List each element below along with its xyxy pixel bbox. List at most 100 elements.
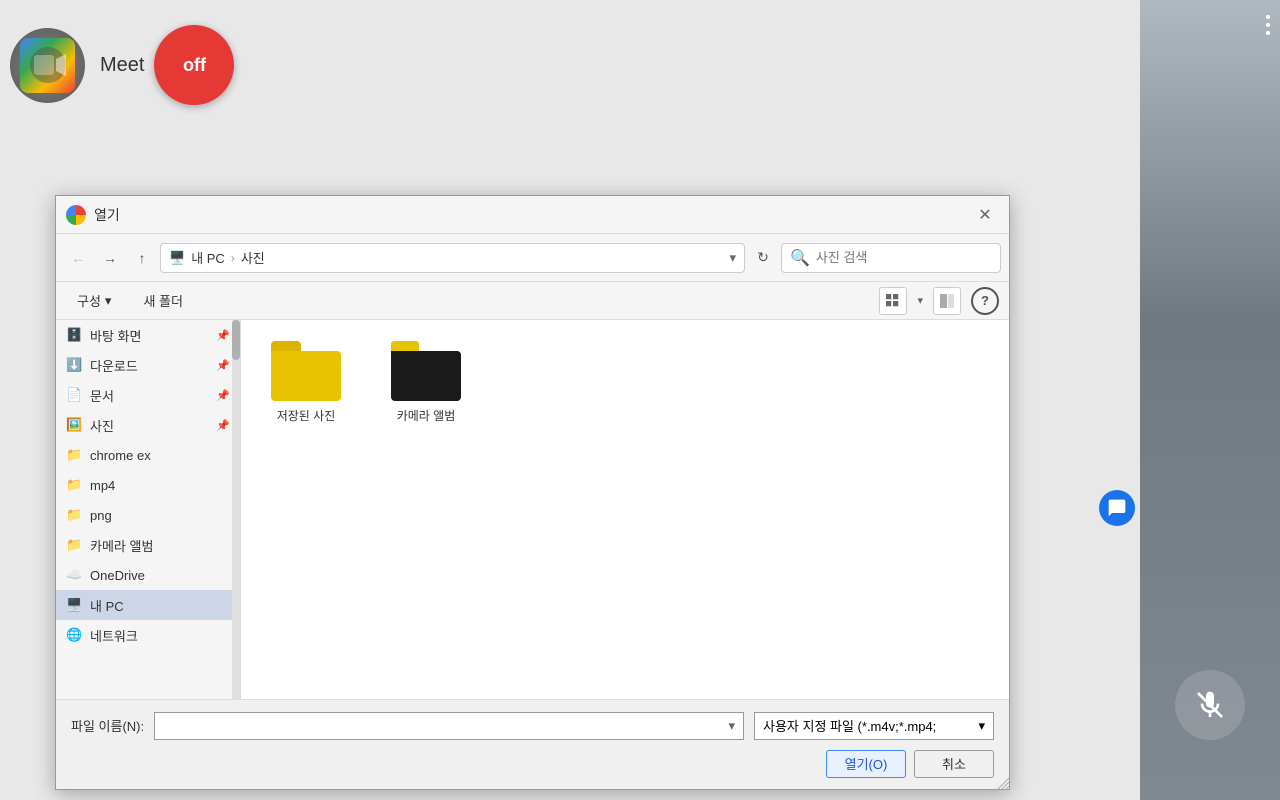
photos-icon: 🖼️ — [66, 417, 82, 433]
meet-label: Meet — [100, 54, 144, 77]
sidebar-item-downloads[interactable]: ⬇️ 다운로드 📌 — [56, 350, 240, 380]
address-sep-1: › — [231, 251, 235, 265]
sidebar-item-png[interactable]: 📁 png — [56, 500, 240, 530]
view-toggle-button[interactable] — [879, 287, 907, 315]
search-box[interactable]: 🔍 — [781, 243, 1001, 273]
camera-album-folder-icon — [391, 341, 461, 401]
sidebar-item-mypc[interactable]: 🖥️ 내 PC — [56, 590, 240, 620]
sidebar-scrollbar[interactable] — [232, 320, 240, 699]
open-button[interactable]: 열기(O) — [826, 750, 906, 778]
sidebar-item-onedrive-label: OneDrive — [90, 568, 145, 583]
new-folder-label: 새 폴더 — [143, 291, 183, 310]
saved-photos-label: 저장된 사진 — [277, 407, 336, 424]
filename-dropdown-icon[interactable]: ▾ — [728, 718, 735, 734]
organize-button[interactable]: 구성 ▾ — [66, 287, 122, 314]
address-bar-area: ← → ↑ 🖥️ 내 PC › 사진 ▾ ↻ 🔍 — [56, 234, 1009, 282]
mp4-icon: 📁 — [66, 477, 82, 493]
resize-handle[interactable] — [997, 777, 1009, 789]
sidebar-item-documents-label: 문서 — [90, 386, 114, 405]
back-button[interactable]: ← — [64, 244, 92, 272]
file-item-camera-album[interactable]: 카메라 앨범 — [376, 335, 476, 430]
sidebar-item-mp4-label: mp4 — [90, 478, 115, 493]
details-pane-button[interactable] — [933, 287, 961, 315]
sidebar: 🗄️ 바탕 화면 📌 ⬇️ 다운로드 📌 📄 문서 📌 🖼️ 사진 📌 📁 — [56, 320, 241, 699]
downloads-pin-icon: 📌 — [216, 359, 230, 372]
three-dots-icon — [1266, 15, 1270, 35]
filetype-label: 사용자 지정 파일 (*.m4v;*.mp4; — [763, 716, 936, 735]
downloads-icon: ⬇️ — [66, 357, 82, 373]
buttons-row: 열기(O) 취소 — [71, 750, 994, 778]
documents-pin-icon: 📌 — [216, 389, 230, 402]
address-bar[interactable]: 🖥️ 내 PC › 사진 ▾ — [160, 243, 745, 273]
camera-album-icon: 📁 — [66, 537, 82, 553]
help-button[interactable]: ? — [971, 287, 999, 315]
address-part-2: 사진 — [241, 248, 265, 267]
dialog-title: 열기 — [94, 205, 963, 225]
sidebar-item-desktop[interactable]: 🗄️ 바탕 화면 📌 — [56, 320, 240, 350]
photos-pin-icon: 📌 — [216, 419, 230, 432]
sidebar-item-desktop-label: 바탕 화면 — [90, 326, 141, 345]
file-grid: 저장된 사진 카메라 앨범 — [241, 320, 1009, 699]
sidebar-item-mp4[interactable]: 📁 mp4 — [56, 470, 240, 500]
right-panel-menu[interactable] — [1266, 15, 1270, 35]
dialog-close-button[interactable]: ✕ — [971, 201, 999, 229]
sidebar-item-camera-album-label: 카메라 앨범 — [90, 536, 153, 555]
documents-icon: 📄 — [66, 387, 82, 403]
sidebar-item-network[interactable]: 🌐 네트워크 — [56, 620, 240, 650]
png-icon: 📁 — [66, 507, 82, 523]
sidebar-item-onedrive[interactable]: ☁️ OneDrive — [56, 560, 240, 590]
right-panel — [1140, 0, 1280, 800]
saved-photos-folder-icon — [271, 341, 341, 401]
desktop-icon: 🗄️ — [66, 327, 82, 343]
search-input[interactable] — [816, 250, 992, 265]
filetype-dropdown-icon: ▾ — [978, 718, 985, 734]
address-home-icon: 🖥️ — [169, 250, 185, 266]
filename-input[interactable] — [163, 718, 724, 733]
sidebar-item-documents[interactable]: 📄 문서 📌 — [56, 380, 240, 410]
camera-album-label: 카메라 앨범 — [397, 407, 456, 424]
organize-dropdown-icon: ▾ — [105, 293, 112, 309]
cancel-button[interactable]: 취소 — [914, 750, 994, 778]
desktop-pin-icon: 📌 — [216, 329, 230, 342]
mypc-icon: 🖥️ — [66, 597, 82, 613]
refresh-button[interactable]: ↻ — [749, 244, 777, 272]
sidebar-item-network-label: 네트워크 — [90, 626, 138, 645]
address-dropdown-icon[interactable]: ▾ — [729, 250, 736, 266]
sidebar-item-mypc-label: 내 PC — [90, 596, 124, 615]
file-item-saved-photos[interactable]: 저장된 사진 — [256, 335, 356, 430]
dialog-bottom: 파일 이름(N): ▾ 사용자 지정 파일 (*.m4v;*.mp4; ▾ 열기… — [56, 699, 1009, 789]
filename-input-container[interactable]: ▾ — [154, 712, 744, 740]
filename-label: 파일 이름(N): — [71, 716, 144, 735]
view-dropdown-icon[interactable]: ▾ — [917, 294, 923, 307]
meet-icon — [10, 28, 85, 103]
organize-label: 구성 — [77, 291, 101, 310]
chrome-ex-icon: 📁 — [66, 447, 82, 463]
chat-bubble[interactable] — [1099, 490, 1135, 526]
new-folder-button[interactable]: 새 폴더 — [132, 287, 194, 314]
off-button-label: off — [183, 55, 206, 76]
dialog-main: 🗄️ 바탕 화면 📌 ⬇️ 다운로드 📌 📄 문서 📌 🖼️ 사진 📌 📁 — [56, 320, 1009, 699]
sidebar-item-chrome-ex[interactable]: 📁 chrome ex — [56, 440, 240, 470]
dialog-titlebar: 열기 ✕ — [56, 196, 1009, 234]
toolbar-area: 구성 ▾ 새 폴더 ▾ ? — [56, 282, 1009, 320]
sidebar-item-photos-label: 사진 — [90, 416, 114, 435]
off-button[interactable]: off — [154, 25, 234, 105]
top-area: Meet off — [0, 0, 260, 130]
sidebar-item-photos[interactable]: 🖼️ 사진 📌 — [56, 410, 240, 440]
mute-button[interactable] — [1175, 670, 1245, 740]
filename-row: 파일 이름(N): ▾ 사용자 지정 파일 (*.m4v;*.mp4; ▾ — [71, 712, 994, 740]
sidebar-scrollbar-thumb — [232, 320, 240, 360]
forward-button[interactable]: → — [96, 244, 124, 272]
search-icon: 🔍 — [790, 248, 810, 268]
file-dialog: 열기 ✕ ← → ↑ 🖥️ 내 PC › 사진 ▾ ↻ 🔍 구성 ▾ 새 폴더 — [55, 195, 1010, 790]
sidebar-item-downloads-label: 다운로드 — [90, 356, 138, 375]
sidebar-item-camera-album[interactable]: 📁 카메라 앨범 — [56, 530, 240, 560]
filetype-dropdown[interactable]: 사용자 지정 파일 (*.m4v;*.mp4; ▾ — [754, 712, 994, 740]
chrome-icon — [66, 205, 86, 225]
up-button[interactable]: ↑ — [128, 244, 156, 272]
onedrive-icon: ☁️ — [66, 567, 82, 583]
sidebar-item-chrome-ex-label: chrome ex — [90, 448, 151, 463]
sidebar-item-png-label: png — [90, 508, 112, 523]
address-part-1: 내 PC — [191, 248, 225, 267]
network-icon: 🌐 — [66, 627, 82, 643]
